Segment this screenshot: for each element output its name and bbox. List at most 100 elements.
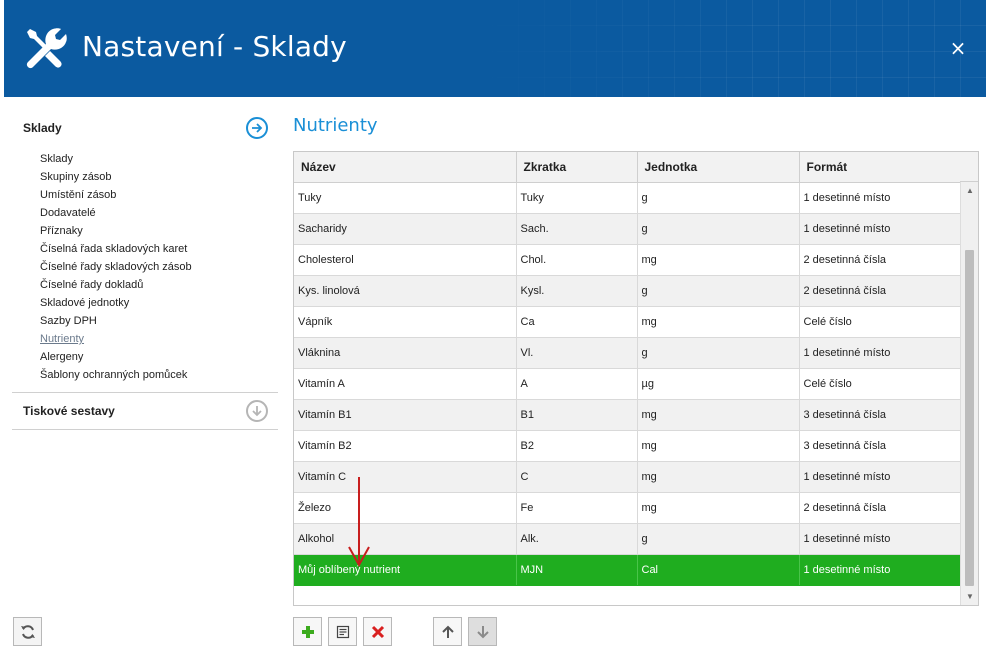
cell-nazev[interactable]: Alkohol [294,523,517,555]
sidebar-item-ciselne-rady-zasob[interactable]: Číselné řady skladových zásob [40,258,278,276]
cell-jednotka[interactable]: g [637,337,800,369]
sidebar-item-ciselna-rada-karet[interactable]: Číselná řada skladových karet [40,240,278,258]
cell-zkratka[interactable]: A [516,368,638,400]
cell-jednotka[interactable]: mg [637,461,800,493]
cell-format[interactable]: 1 desetinné místo [799,461,961,493]
cell-jednotka[interactable]: g [637,213,800,245]
cell-jednotka[interactable]: mg [637,492,800,524]
cell-jednotka[interactable]: mg [637,244,800,276]
page-title: Nutrienty [293,115,378,136]
table-row[interactable]: Můj oblíbený nutrient MJN Cal 1 desetinné m… [294,554,961,586]
cell-format[interactable]: 1 desetinné místo [799,213,961,245]
table-row[interactable]: Kys. linolová Kysl. g 2 desetinná čísla [294,275,961,307]
table-row[interactable]: Vláknina Vl. g 1 desetinné místo [294,337,961,369]
sidebar-item-priznaky[interactable]: Příznaky [40,222,278,240]
column-header-format[interactable]: Formát [799,152,961,183]
cell-format[interactable]: 2 desetinná čísla [799,244,961,276]
cell-format[interactable]: 3 desetinná čísla [799,399,961,431]
cell-nazev[interactable]: Cholesterol [294,244,517,276]
sidebar-item-sklady[interactable]: Sklady [40,150,278,168]
table-row[interactable]: Cholesterol Chol. mg 2 desetinná čísla [294,244,961,276]
cell-nazev[interactable]: Sacharidy [294,213,517,245]
sidebar-item-ciselne-rady-dokladu[interactable]: Číselné řady dokladů [40,276,278,294]
sidebar-item-sablony[interactable]: Šablony ochranných pomůcek [40,366,278,384]
move-down-button[interactable] [468,617,497,646]
cell-nazev[interactable]: Můj oblíbený nutrient [294,554,517,586]
cell-jednotka[interactable]: g [637,523,800,555]
scroll-down-icon[interactable]: ▼ [966,592,974,601]
cell-zkratka[interactable]: Vl. [516,337,638,369]
sidebar-section-sklady[interactable]: Sklady [12,110,278,146]
sidebar-item-sazby-dph[interactable]: Sazby DPH [40,312,278,330]
cell-nazev[interactable]: Železo [294,492,517,524]
table-row[interactable]: Železo Fe mg 2 desetinná čísla [294,492,961,524]
add-button[interactable] [293,617,322,646]
cell-zkratka[interactable]: Kysl. [516,275,638,307]
arrow-right-circle-icon[interactable] [246,117,268,139]
cell-jednotka[interactable]: g [637,182,800,214]
vertical-scrollbar[interactable]: ▲ ▼ [960,152,978,605]
cell-zkratka[interactable]: Ca [516,306,638,338]
table-row[interactable]: Vitamín C Cmg 1 desetinné místo [294,461,961,493]
cell-zkratka[interactable]: Chol. [516,244,638,276]
table-row[interactable]: Tuky Tuky g 1 desetinné místo [294,182,961,214]
cell-format[interactable]: 1 desetinné místo [799,554,961,586]
cell-jednotka[interactable]: mg [637,430,800,462]
cell-nazev[interactable]: Kys. linolová [294,275,517,307]
table-row[interactable]: Vitamín B2 B2 mg 3 desetinná čísla [294,430,961,462]
sidebar-item-skupiny-zasob[interactable]: Skupiny zásob [40,168,278,186]
cell-nazev[interactable]: Vápník [294,306,517,338]
cell-format[interactable]: Celé číslo [799,368,961,400]
cell-nazev[interactable]: Vitamín A [294,368,517,400]
sidebar-item-skladove-jednotky[interactable]: Skladové jednotky [40,294,278,312]
sidebar-item-dodavatele[interactable]: Dodavatelé [40,204,278,222]
cell-zkratka[interactable]: Fe [516,492,638,524]
cell-nazev[interactable]: Vitamín B1 [294,399,517,431]
table-row[interactable]: Sacharidy Sach. g 1 desetinné místo [294,213,961,245]
table-row[interactable]: Vápník Ca mg Celé číslo [294,306,961,338]
cell-jednotka[interactable]: mg [637,306,800,338]
table-row[interactable]: Vitamín B1 B1 mg 3 desetinná čísla [294,399,961,431]
cell-zkratka[interactable]: B2 [516,430,638,462]
refresh-button[interactable] [13,617,42,646]
cell-nazev[interactable]: Vitamín C [294,461,517,493]
delete-button[interactable] [363,617,392,646]
cell-format[interactable]: Celé číslo [799,306,961,338]
sidebar-item-nutrienty[interactable]: Nutrienty [40,330,278,348]
cell-format[interactable]: 2 desetinná čísla [799,275,961,307]
cell-zkratka[interactable]: B1 [516,399,638,431]
column-header-jednotka[interactable]: Jednotka [637,152,800,183]
cell-zkratka[interactable]: Tuky [516,182,638,214]
cell-format[interactable]: 2 desetinná čísla [799,492,961,524]
table-row[interactable]: Alkohol Alk. g 1 desetinné místo [294,523,961,555]
arrow-down-circle-icon[interactable] [246,400,268,422]
scroll-thumb[interactable] [965,250,974,586]
cell-jednotka[interactable]: mg [637,399,800,431]
sidebar-section-tiskove-sestavy[interactable]: Tiskové sestavy [12,393,278,429]
edit-icon [336,625,350,639]
table-row[interactable]: Vitamín A Aµg Celé číslo [294,368,961,400]
cell-format[interactable]: 1 desetinné místo [799,182,961,214]
sidebar-item-umisteni-zasob[interactable]: Umístění zásob [40,186,278,204]
move-up-button[interactable] [433,617,462,646]
cell-format[interactable]: 1 desetinné místo [799,523,961,555]
column-header-nazev[interactable]: Název [294,152,517,183]
cell-jednotka[interactable]: g [637,275,800,307]
cell-jednotka[interactable]: Cal [637,554,800,586]
scroll-up-icon[interactable]: ▲ [966,186,974,195]
cell-nazev[interactable]: Vitamín B2 [294,430,517,462]
cell-zkratka[interactable]: Alk. [516,523,638,555]
cell-format[interactable]: 3 desetinná čísla [799,430,961,462]
cell-format[interactable]: 1 desetinné místo [799,337,961,369]
sidebar: Sklady Sklady Skupiny zásob Umístění zás… [12,110,278,430]
cell-zkratka[interactable]: MJN [516,554,638,586]
close-button[interactable]: × [948,38,968,58]
column-header-zkratka[interactable]: Zkratka [516,152,638,183]
cell-jednotka[interactable]: µg [637,368,800,400]
cell-zkratka[interactable]: Sach. [516,213,638,245]
cell-nazev[interactable]: Tuky [294,182,517,214]
cell-nazev[interactable]: Vláknina [294,337,517,369]
cell-zkratka[interactable]: C [516,461,638,493]
sidebar-item-alergeny[interactable]: Alergeny [40,348,278,366]
edit-button[interactable] [328,617,357,646]
